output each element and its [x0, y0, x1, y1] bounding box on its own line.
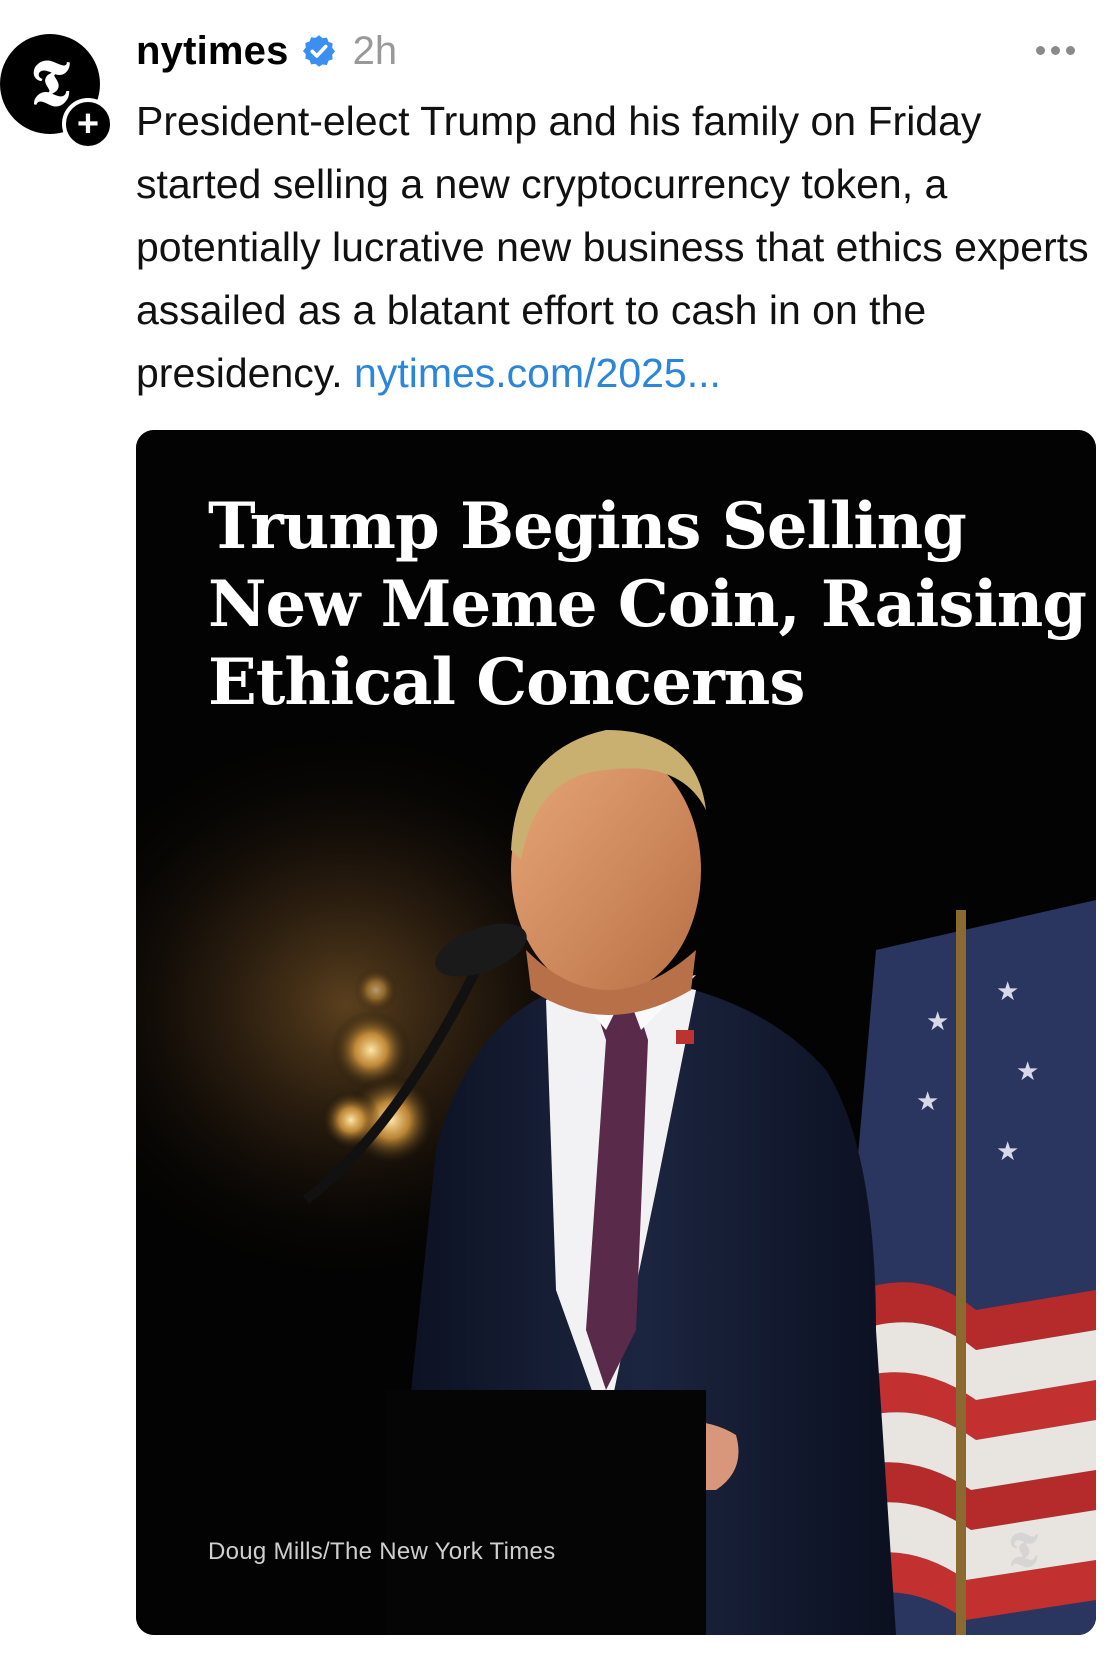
post-link[interactable]: nytimes.com/2025... [354, 350, 721, 396]
svg-text:★: ★ [926, 1007, 949, 1037]
social-post: 𝕿 + nytimes 2h President-elect Trump and… [0, 0, 1115, 1672]
follow-plus-icon[interactable]: + [62, 98, 114, 150]
svg-text:★: ★ [996, 977, 1019, 1007]
headline-line: Trump Begins Selling [208, 489, 967, 564]
svg-text:★: ★ [916, 1087, 939, 1117]
media-card[interactable]: ★ ★ ★ ★ ★ Trump Begins Selling New Meme … [136, 430, 1096, 1635]
article-headline: Trump Begins Selling New Meme Coin, Rais… [208, 488, 1087, 722]
headline-line: Ethical Concerns [208, 645, 805, 720]
svg-text:★: ★ [1016, 1057, 1039, 1087]
nyt-watermark-icon: 𝕿 [1008, 1522, 1038, 1578]
svg-text:★: ★ [996, 1137, 1019, 1167]
post-text: President-elect Trump and his family on … [136, 90, 1096, 405]
post-header: nytimes 2h [136, 26, 397, 76]
post-timestamp: 2h [352, 28, 398, 73]
more-options-icon[interactable] [1036, 30, 1075, 70]
photo-credit: Doug Mills/The New York Times [208, 1538, 556, 1565]
verified-badge-icon [302, 35, 335, 67]
username[interactable]: nytimes [136, 29, 289, 74]
avatar[interactable]: 𝕿 + [0, 34, 114, 150]
headline-line: New Meme Coin, Raising [208, 567, 1087, 642]
